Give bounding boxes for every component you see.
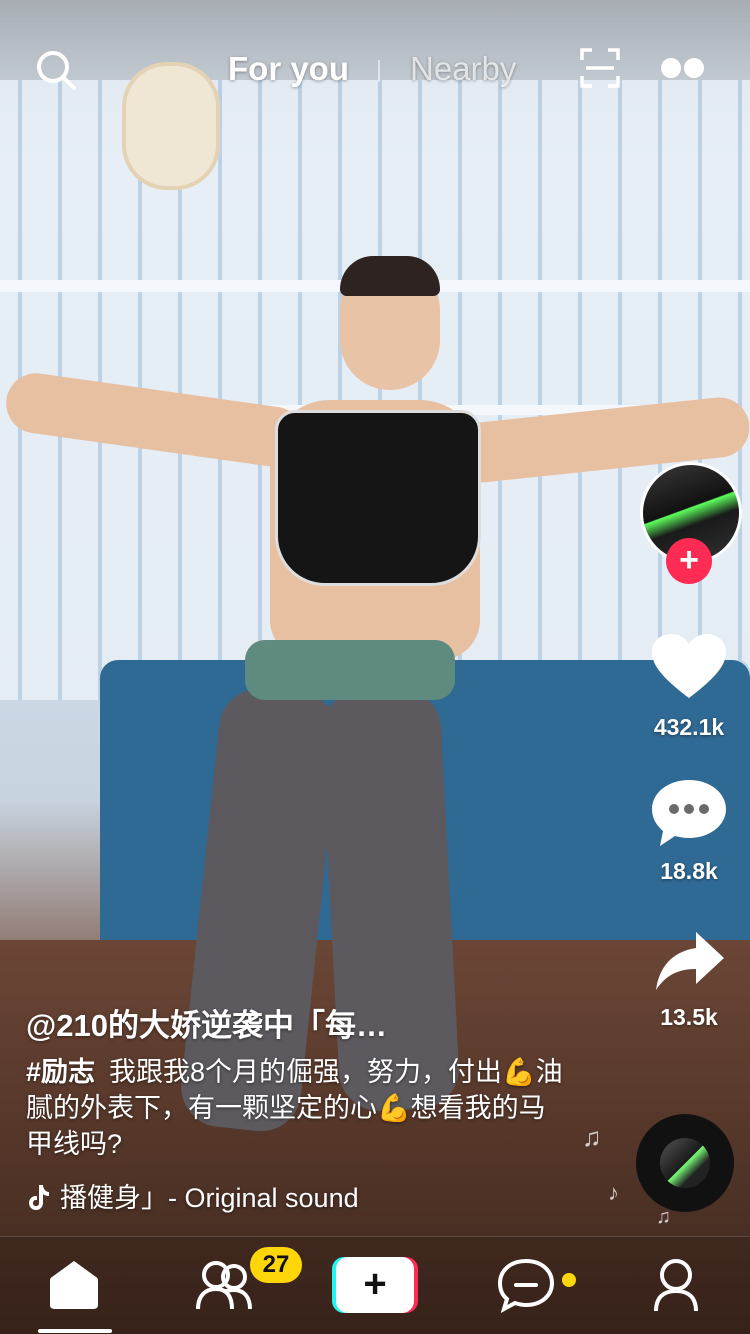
music-note-icon: ♪ [608,1180,619,1205]
comment-icon[interactable] [650,778,728,848]
caption-text: 我跟我8个月的倔强，努力，付出💪油腻的外表下，有一颗坚定的心💪想看我的马甲线吗? [26,1057,563,1159]
scan-icon[interactable] [580,48,620,88]
creator-username[interactable]: @210的大娇逆袭中「每… [26,1000,387,1045]
search-icon[interactable] [34,48,78,92]
live-icon[interactable] [660,56,706,80]
profile-icon[interactable] [646,1255,706,1315]
bottom-nav: 27 + [0,1236,750,1334]
follow-button[interactable]: + [666,538,712,584]
home-icon[interactable] [44,1255,104,1315]
share-icon[interactable] [650,928,728,998]
sound-name: 播健身」- Original sound [60,1183,359,1213]
top-bar: For you Nearby [0,30,750,110]
tab-divider [378,60,380,82]
post-caption: #励志 我跟我8个月的倔强，努力，付出💪油腻的外表下，有一颗坚定的心💪想看我的马甲… [26,1054,566,1162]
create-button[interactable]: + [332,1257,418,1313]
share-count: 13.5k [660,1004,718,1030]
sound-row[interactable]: 播健身」- Original sound [26,1176,359,1215]
tab-nearby[interactable]: Nearby [410,50,516,88]
music-disc[interactable] [636,1114,734,1212]
like-count: 432.1k [653,714,725,740]
inbox-notification-dot [562,1273,576,1287]
active-tab-indicator [38,1329,112,1333]
heart-icon[interactable] [650,632,728,702]
friends-icon[interactable] [194,1255,254,1315]
hashtag-link[interactable]: #励志 [26,1057,95,1087]
comment-count: 18.8k [660,858,718,884]
tiktok-note-icon [29,1185,49,1210]
music-note-icon: ♫ [582,1122,602,1152]
friends-notification-badge: 27 [250,1247,302,1283]
music-cover-image [660,1138,710,1188]
inbox-icon[interactable] [496,1255,556,1315]
tab-for-you[interactable]: For you [228,50,349,88]
plus-icon: + [336,1257,414,1313]
video-feed-screen[interactable]: For you Nearby + 432.1k 18.8k 13.5k ♫ ♪ … [0,0,750,1334]
